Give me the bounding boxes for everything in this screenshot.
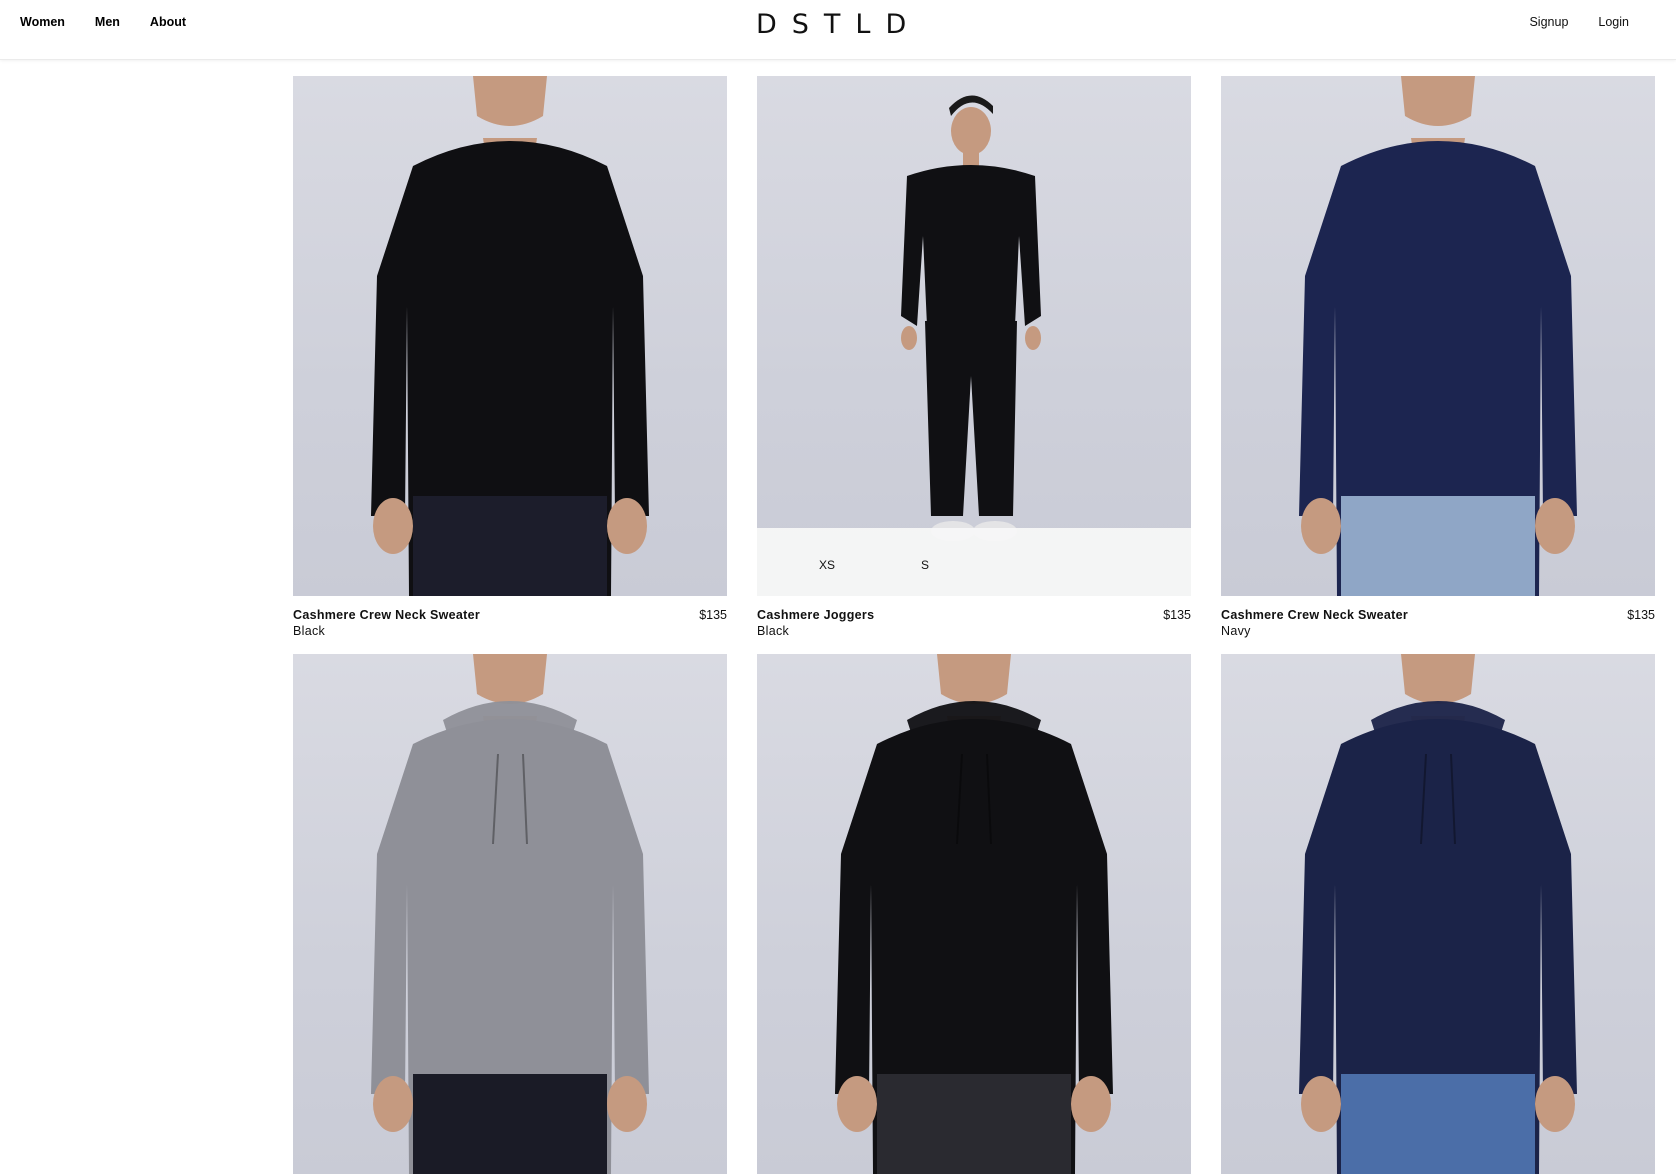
- product-price: $135: [1627, 608, 1655, 622]
- product-image[interactable]: [1221, 654, 1655, 1174]
- product-price: $135: [1163, 608, 1191, 622]
- model-photo-illustration: [757, 654, 1191, 1174]
- product-color: Black: [757, 624, 790, 638]
- nav-about-link[interactable]: About: [150, 15, 186, 29]
- model-photo-illustration: [293, 76, 727, 596]
- model-photo-illustration: [1221, 654, 1655, 1174]
- brand-logo[interactable]: DSTLD: [756, 9, 916, 40]
- model-photo-illustration: [293, 654, 727, 1174]
- nav-men-link[interactable]: Men: [95, 15, 120, 29]
- primary-nav: Women Men About: [20, 15, 186, 29]
- product-image[interactable]: [757, 654, 1191, 1174]
- product-card[interactable]: [1221, 654, 1655, 1174]
- nav-women-link[interactable]: Women: [20, 15, 65, 29]
- product-name[interactable]: Cashmere Crew Neck Sweater: [293, 608, 480, 622]
- size-option-xs[interactable]: XS: [819, 558, 835, 572]
- product-card[interactable]: XS S Cashmere Joggers Black $135: [757, 76, 1191, 658]
- model-photo-illustration: [757, 76, 1191, 596]
- product-card[interactable]: [293, 654, 727, 1174]
- product-name[interactable]: Cashmere Crew Neck Sweater: [1221, 608, 1408, 622]
- product-price: $135: [699, 608, 727, 622]
- login-link[interactable]: Login: [1598, 15, 1629, 29]
- size-option-s[interactable]: S: [921, 558, 929, 572]
- product-color: Navy: [1221, 624, 1251, 638]
- product-meta: Cashmere Crew Neck Sweater Black $135: [293, 608, 727, 658]
- account-nav: Signup Login: [1529, 15, 1629, 29]
- product-card[interactable]: Cashmere Crew Neck Sweater Navy $135: [1221, 76, 1655, 658]
- product-image[interactable]: [293, 654, 727, 1174]
- product-meta: Cashmere Crew Neck Sweater Navy $135: [1221, 608, 1655, 658]
- product-card[interactable]: Cashmere Crew Neck Sweater Black $135: [293, 76, 727, 658]
- product-color: Black: [293, 624, 326, 638]
- site-header: Women Men About DSTLD Signup Login: [0, 0, 1676, 60]
- model-photo-illustration: [1221, 76, 1655, 596]
- product-meta: Cashmere Joggers Black $135: [757, 608, 1191, 658]
- product-card[interactable]: [757, 654, 1191, 1174]
- product-name[interactable]: Cashmere Joggers: [757, 608, 874, 622]
- size-selector: XS S: [757, 528, 1191, 596]
- signup-link[interactable]: Signup: [1529, 15, 1568, 29]
- product-image[interactable]: [293, 76, 727, 596]
- product-image[interactable]: XS S: [757, 76, 1191, 596]
- product-image[interactable]: [1221, 76, 1655, 596]
